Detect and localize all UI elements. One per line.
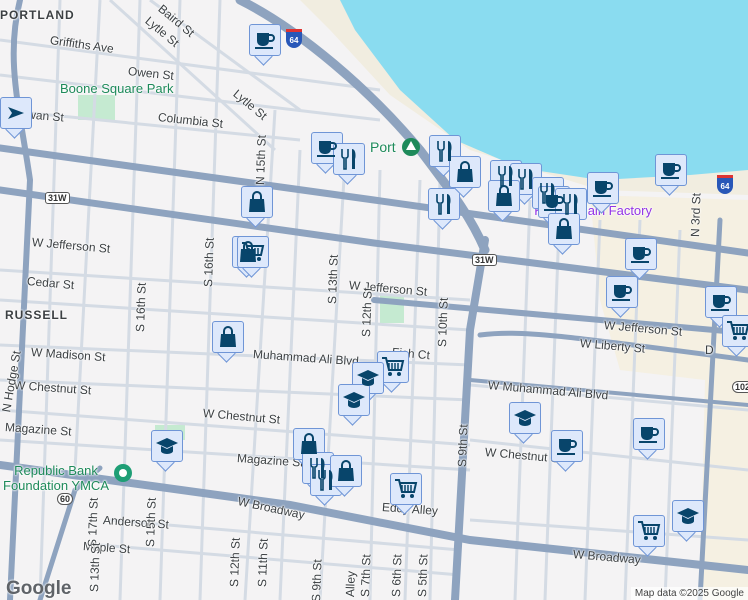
- interstate-shield-64: 64: [717, 175, 733, 194]
- neighborhood-label-russell: RUSSELL: [5, 308, 69, 322]
- school-marker[interactable]: [151, 430, 183, 474]
- poi-label-ymca[interactable]: Republic Bank Foundation YMCA: [0, 463, 112, 493]
- cafe-icon: [606, 276, 638, 308]
- cafe-marker[interactable]: [655, 154, 687, 198]
- street-label: D: [705, 343, 714, 357]
- grocery-icon: [390, 473, 422, 505]
- cafe-marker[interactable]: [249, 24, 281, 68]
- cafe-marker[interactable]: [606, 276, 638, 320]
- neighborhood-label-portland: PORTLAND: [0, 8, 75, 22]
- map-attribution[interactable]: Map data ©2025 Google: [630, 587, 748, 600]
- street-label: S 5th St: [415, 554, 431, 598]
- shopping-icon: [212, 321, 244, 353]
- grocery-icon: [633, 515, 665, 547]
- street-label: N 3rd St: [688, 192, 704, 238]
- school-marker[interactable]: [672, 500, 704, 544]
- arrow-icon: [0, 97, 32, 129]
- street-label: S 7th St: [358, 554, 374, 598]
- street-label: S 13th St: [87, 542, 103, 593]
- grocery-marker[interactable]: [237, 236, 269, 280]
- street-label: S 16th St: [201, 237, 217, 288]
- school-marker[interactable]: [509, 402, 541, 446]
- street-label: S 12th St: [227, 537, 243, 588]
- park-pin-icon[interactable]: [401, 137, 421, 157]
- poi-label-port[interactable]: Port: [370, 140, 396, 155]
- school-marker[interactable]: [338, 384, 370, 428]
- street-label: N 15th St: [253, 134, 269, 186]
- grocery-marker[interactable]: [633, 515, 665, 559]
- cafe-icon: [551, 430, 583, 462]
- interstate-shield-64: 64: [286, 29, 302, 48]
- route-shield-31w: 31W: [45, 192, 70, 204]
- street-label: S 9th St: [309, 559, 325, 600]
- route-shield-31w: 31W: [472, 254, 497, 266]
- cafe-icon: [249, 24, 281, 56]
- route-shield-102: 102: [732, 381, 748, 393]
- street-label: S 6th St: [389, 554, 405, 598]
- street-label: S 16th St: [133, 282, 149, 333]
- street-label: S 17th St: [85, 497, 101, 548]
- shopping-icon: [241, 186, 273, 218]
- map-canvas[interactable]: PORTLAND RUSSELL Boone Square Park Port …: [0, 0, 748, 600]
- street-label: S 9th St: [455, 424, 471, 468]
- shopping-marker[interactable]: [241, 186, 273, 230]
- grocery-marker[interactable]: [390, 473, 422, 517]
- cafe-icon: [633, 418, 665, 450]
- shopping-icon: [548, 213, 580, 245]
- school-icon: [151, 430, 183, 462]
- cafe-marker[interactable]: [587, 172, 619, 216]
- street-label: S 15th St: [143, 497, 159, 548]
- grocery-marker[interactable]: [722, 315, 748, 359]
- street-label: S 13th St: [325, 254, 341, 305]
- street-label: S 11th St: [255, 538, 271, 588]
- school-icon: [338, 384, 370, 416]
- cafe-icon: [705, 286, 737, 318]
- cafe-icon: [625, 238, 657, 270]
- street-label: S 10th St: [435, 297, 451, 348]
- cafe-icon: [655, 154, 687, 186]
- grocery-icon: [722, 315, 748, 347]
- route-shield-60: 60: [57, 493, 74, 505]
- shopping-marker[interactable]: [212, 321, 244, 365]
- cafe-icon: [587, 172, 619, 204]
- cafe-marker[interactable]: [633, 418, 665, 462]
- park-label-boone-square: Boone Square Park: [60, 81, 174, 96]
- grocery-icon: [237, 236, 269, 268]
- school-icon: [509, 402, 541, 434]
- street-label: S 12th St: [359, 287, 375, 338]
- ymca-pin-icon[interactable]: [113, 463, 133, 487]
- cafe-marker[interactable]: [551, 430, 583, 474]
- shopping-marker[interactable]: [548, 213, 580, 257]
- google-logo: Google: [6, 578, 72, 599]
- school-icon: [672, 500, 704, 532]
- arrow-marker[interactable]: [0, 97, 32, 141]
- street-label: Alley: [343, 570, 358, 598]
